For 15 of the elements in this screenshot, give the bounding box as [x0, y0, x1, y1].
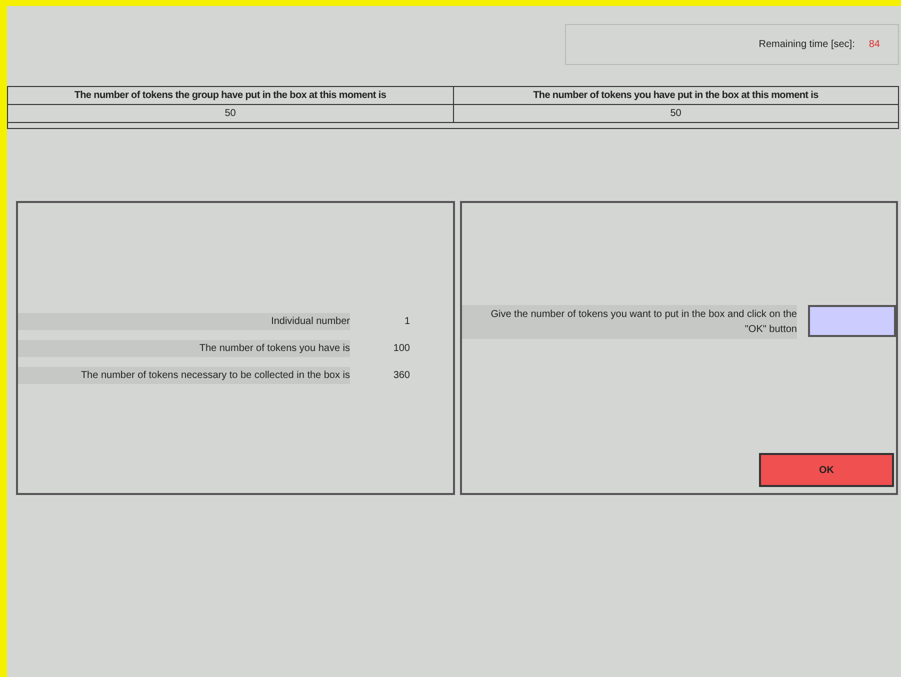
column-header: The number of tokens you have put in the box at this moment is [453, 86, 898, 104]
info-label: Individual number [18, 312, 350, 330]
timer-label: Remaining time [sec]: [758, 38, 855, 52]
info-label: The number of tokens necessary to be collected in the box is [18, 366, 350, 384]
table-cell: 50 [453, 104, 898, 122]
ok-button[interactable]: OK [759, 453, 894, 487]
table-cell: 50 [8, 104, 453, 122]
timer-value: 84 [868, 38, 880, 52]
info-value: 1 [403, 314, 410, 328]
info-value: 100 [392, 342, 410, 356]
entry-prompt: Give the number of tokens you want to put in the box and click on the "OK" button [462, 305, 797, 339]
column-header: The number of tokens the group have put in the box at this moment is [8, 86, 453, 104]
info-label: The number of tokens you have is [18, 340, 350, 356]
info-value: 360 [392, 368, 410, 382]
token-input[interactable] [808, 305, 896, 337]
